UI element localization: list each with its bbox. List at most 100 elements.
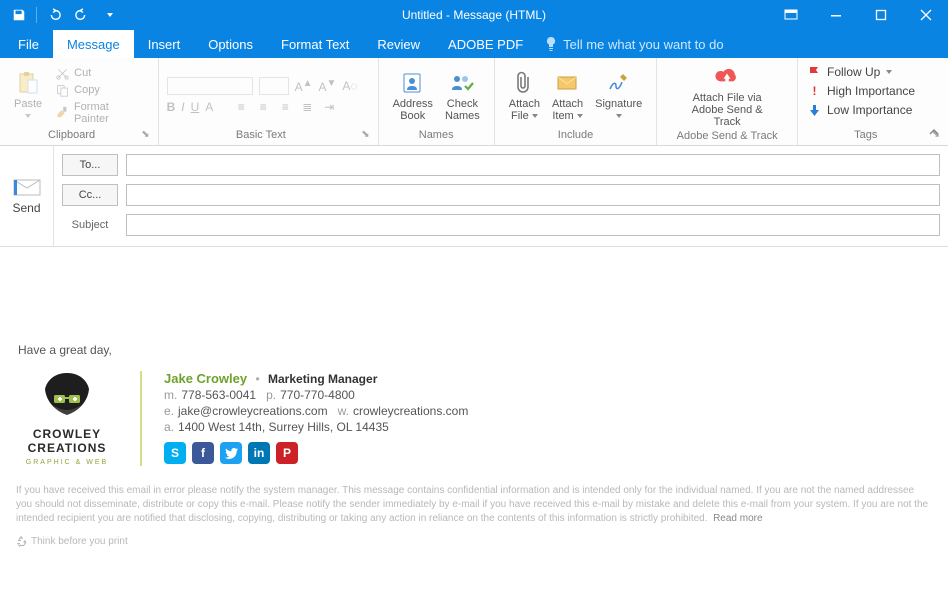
low-importance-button[interactable]: Low Importance (806, 102, 917, 118)
attach-item-icon (556, 73, 580, 93)
high-importance-button[interactable]: ! High Importance (806, 83, 917, 99)
linkedin-icon[interactable]: in (248, 442, 270, 464)
eco-text: Think before you print (31, 536, 128, 547)
adobe-cloud-icon (714, 66, 740, 88)
bullets-button[interactable]: ≣ (299, 99, 315, 115)
logo-subtitle: GRAPHIC & WEB (26, 459, 108, 466)
cc-button[interactable]: Cc... (62, 184, 118, 206)
bold-button[interactable]: B (167, 100, 176, 114)
logo-icon (31, 371, 103, 423)
tab-format-text[interactable]: Format Text (267, 30, 363, 58)
clipboard-group-label: Clipboard (48, 129, 95, 141)
greeting-text: Have a great day, (18, 343, 932, 357)
compose-header: Send To... Cc... Subject (0, 146, 948, 247)
disclaimer-text: If you have received this email in error… (16, 484, 932, 526)
social-icons: S f in P (164, 442, 932, 464)
send-icon (13, 177, 41, 197)
file-tab[interactable]: File (4, 30, 53, 58)
twitter-icon[interactable] (220, 442, 242, 464)
facebook-icon[interactable]: f (192, 442, 214, 464)
align-left-button[interactable]: ≡ (233, 99, 249, 115)
sender-name: Jake Crowley (164, 371, 247, 386)
window-controls (768, 0, 948, 30)
format-painter-label: Format Painter (74, 101, 146, 125)
send-button[interactable]: Send (0, 146, 54, 246)
save-button[interactable] (6, 3, 32, 27)
w-prefix: w. (338, 404, 349, 418)
indent-button[interactable]: ⇥ (321, 99, 337, 115)
clear-formatting-icon[interactable]: A◌ (342, 79, 357, 93)
maximize-button[interactable] (858, 0, 903, 30)
eco-line: Think before you print (16, 536, 932, 547)
adobe-send-track-button[interactable]: Attach File via Adobe Send & Track (665, 62, 789, 130)
message-body[interactable]: Have a great day, CROWLEY CREATIONS GRAP… (0, 247, 948, 557)
subject-field[interactable] (126, 214, 940, 236)
to-button[interactable]: To... (62, 154, 118, 176)
p-prefix: p. (266, 388, 276, 402)
font-family-combo[interactable] (167, 77, 253, 95)
grow-font-icon[interactable]: A▲ (295, 78, 313, 94)
tab-options[interactable]: Options (194, 30, 267, 58)
subject-label: Subject (62, 219, 118, 231)
font-color-button[interactable]: A (205, 100, 213, 114)
tab-review[interactable]: Review (363, 30, 434, 58)
underline-button[interactable]: U (191, 100, 200, 114)
shrink-font-icon[interactable]: A▼ (319, 78, 337, 94)
group-adobe: Attach File via Adobe Send & Track Adobe… (657, 58, 798, 145)
basic-text-group-label: Basic Text (236, 129, 286, 141)
undo-button[interactable] (41, 3, 67, 27)
signature-label: Signature (595, 98, 642, 110)
collapse-ribbon-button[interactable] (928, 126, 940, 141)
font-size-combo[interactable] (259, 77, 289, 95)
low-importance-icon (808, 104, 821, 117)
follow-up-label: Follow Up (827, 65, 880, 79)
tab-adobe-pdf[interactable]: ADOBE PDF (434, 30, 537, 58)
include-group-label: Include (503, 129, 648, 143)
address-book-button[interactable]: Address Book (387, 68, 439, 124)
sender-title: Marketing Manager (268, 372, 377, 386)
group-names: Address Book Check Names Names (379, 58, 495, 145)
email-address: jake@crowleycreations.com (178, 404, 328, 418)
adobe-group-label: Adobe Send & Track (665, 130, 789, 144)
follow-up-button[interactable]: Follow Up (806, 64, 917, 80)
ribbon-display-options[interactable] (768, 0, 813, 30)
read-more-link[interactable]: Read more (713, 513, 762, 524)
website: crowleycreations.com (353, 404, 468, 418)
undo-icon (47, 8, 61, 22)
send-label: Send (12, 201, 40, 215)
minimize-icon (830, 9, 842, 21)
tab-insert[interactable]: Insert (134, 30, 195, 58)
to-field[interactable] (126, 154, 940, 176)
tell-me-search[interactable]: Tell me what you want to do (537, 30, 723, 58)
qat-customize[interactable] (97, 3, 123, 27)
paste-button[interactable]: Paste (8, 68, 48, 124)
titlebar: Untitled - Message (HTML) (0, 0, 948, 30)
basic-text-dialog-launcher[interactable]: ⬊ (355, 129, 369, 140)
ribbon-tabs: File Message Insert Options Format Text … (0, 30, 948, 58)
group-tags: Follow Up ! High Importance Low Importan… (798, 58, 948, 145)
align-right-button[interactable]: ≡ (277, 99, 293, 115)
lightbulb-icon (545, 37, 557, 51)
group-include: Attach File Attach Item Signature Includ… (495, 58, 657, 145)
minimize-button[interactable] (813, 0, 858, 30)
check-names-button[interactable]: Check Names (439, 68, 486, 124)
signature-button[interactable]: Signature (589, 68, 648, 124)
attach-item-button[interactable]: Attach Item (546, 68, 589, 124)
signature-block: CROWLEY CREATIONS GRAPHIC & WEB Jake Cro… (16, 371, 932, 466)
skype-icon[interactable]: S (164, 442, 186, 464)
redo-button[interactable] (69, 3, 95, 27)
italic-button[interactable]: I (181, 100, 184, 114)
format-painter-button[interactable]: Format Painter (52, 100, 149, 126)
check-names-label: Check Names (445, 98, 480, 122)
close-button[interactable] (903, 0, 948, 30)
cc-field[interactable] (126, 184, 940, 206)
tab-message[interactable]: Message (53, 30, 134, 58)
close-icon (920, 9, 932, 21)
align-center-button[interactable]: ≡ (255, 99, 271, 115)
pinterest-icon[interactable]: P (276, 442, 298, 464)
address-book-label: Address Book (393, 98, 433, 122)
clipboard-dialog-launcher[interactable]: ⬊ (135, 129, 149, 140)
copy-button[interactable]: Copy (52, 83, 149, 98)
attach-file-button[interactable]: Attach File (503, 68, 546, 124)
cut-button[interactable]: Cut (52, 66, 149, 81)
